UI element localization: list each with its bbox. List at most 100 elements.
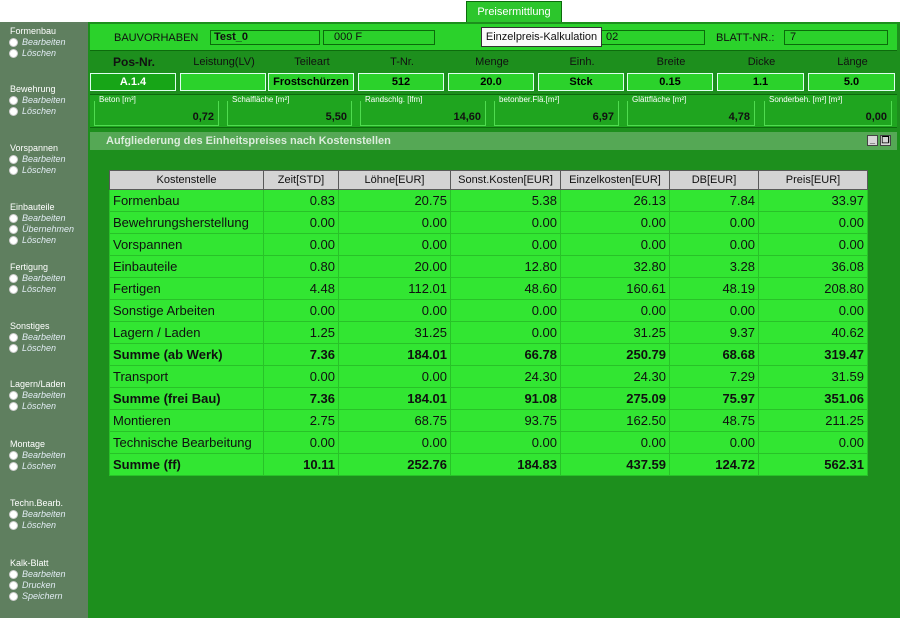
sidebar-option[interactable]: Bearbeiten bbox=[0, 332, 88, 343]
sidebar-option[interactable]: Bearbeiten bbox=[0, 154, 88, 165]
sidebar-option[interactable]: Löschen bbox=[0, 165, 88, 176]
table-row[interactable]: Technische Bearbeitung 0.00 0.00 0.00 0.00 0.… bbox=[109, 431, 868, 454]
sidebar-option[interactable]: Löschen bbox=[0, 106, 88, 117]
column-header[interactable]: Zeit[STD] bbox=[263, 170, 339, 190]
radio-button-icon[interactable] bbox=[9, 462, 18, 471]
position-value-field[interactable]: A.1.4 bbox=[90, 73, 176, 91]
column-header[interactable]: Einzelkosten[EUR] bbox=[560, 170, 670, 190]
radio-button-icon[interactable] bbox=[9, 333, 18, 342]
position-value-field[interactable]: Stck bbox=[538, 73, 624, 91]
value-cell: 26.13 bbox=[560, 189, 670, 212]
tab-preisermittlung[interactable]: Preisermittlung bbox=[466, 1, 562, 23]
sidebar-option[interactable]: Löschen bbox=[0, 235, 88, 246]
radio-button-icon[interactable] bbox=[9, 107, 18, 116]
position-value-field[interactable]: 5.0 bbox=[808, 73, 895, 91]
sidebar-option[interactable]: Löschen bbox=[0, 461, 88, 472]
sidebar-option-label: Bearbeiten bbox=[22, 332, 66, 342]
measure-label: Beton [m³] bbox=[98, 95, 137, 104]
radio-button-icon[interactable] bbox=[9, 451, 18, 460]
radio-button-icon[interactable] bbox=[9, 274, 18, 283]
table-row[interactable]: Summe (ff) 10.11 252.76 184.83 437.59 124.72 5… bbox=[109, 453, 868, 476]
table-row[interactable]: Lagern / Laden 1.25 31.25 0.00 31.25 9.37 40.6… bbox=[109, 321, 868, 344]
table-row[interactable]: Vorspannen 0.00 0.00 0.00 0.00 0.00 0.00 bbox=[109, 233, 868, 256]
sidebar-option[interactable]: Bearbeiten bbox=[0, 569, 88, 580]
value-cell: 0.00 bbox=[560, 299, 670, 322]
position-value-field[interactable]: 1.1 bbox=[717, 73, 804, 91]
sidebar-option[interactable]: Bearbeiten bbox=[0, 390, 88, 401]
position-header: Breite bbox=[656, 56, 686, 68]
sidebar-option[interactable]: Bearbeiten bbox=[0, 95, 88, 106]
table-row[interactable]: Summe (frei Bau) 7.36 184.01 91.08 275.09 75.… bbox=[109, 387, 868, 410]
position-value-field[interactable]: 512 bbox=[358, 73, 444, 91]
sidebar-group-title: Formenbau bbox=[10, 26, 57, 36]
table-row[interactable]: Sonstige Arbeiten 0.00 0.00 0.00 0.00 0.00 0.0… bbox=[109, 299, 868, 322]
radio-button-icon[interactable] bbox=[9, 38, 18, 47]
table-row[interactable]: Fertigen 4.48 112.01 48.60 160.61 48.19 208.80 bbox=[109, 277, 868, 300]
column-header[interactable]: Löhne[EUR] bbox=[338, 170, 451, 190]
value-cell: 112.01 bbox=[338, 277, 451, 300]
table-row[interactable]: Bewehrungsherstellung 0.00 0.00 0.00 0.00 0.0… bbox=[109, 211, 868, 234]
value-cell: 48.60 bbox=[450, 277, 561, 300]
position-value-field[interactable]: Frostschürzen bbox=[268, 73, 354, 91]
sidebar-option[interactable]: Bearbeiten bbox=[0, 450, 88, 461]
cost-table-container: Kostenstelle Zeit[STD] Löhne[EUR] Sonst.Kos… bbox=[109, 170, 868, 476]
column-header[interactable]: Kostenstelle bbox=[109, 170, 264, 190]
sidebar-option[interactable]: Bearbeiten bbox=[0, 273, 88, 284]
sidebar-option[interactable]: Bearbeiten bbox=[0, 509, 88, 520]
sidebar-option-label: Übernehmen bbox=[22, 224, 75, 234]
table-row[interactable]: Transport 0.00 0.00 24.30 24.30 7.29 31.59 bbox=[109, 365, 868, 388]
sidebar-option[interactable]: Bearbeiten bbox=[0, 37, 88, 48]
table-body: Formenbau 0.83 20.75 5.38 26.13 7.84 33.97 Bewe… bbox=[109, 189, 868, 476]
column-header[interactable]: Preis[EUR] bbox=[758, 170, 868, 190]
radio-button-icon[interactable] bbox=[9, 581, 18, 590]
measure-label: Glättfläche [m²] bbox=[631, 95, 688, 104]
radio-button-icon[interactable] bbox=[9, 214, 18, 223]
sidebar-option[interactable]: Löschen bbox=[0, 401, 88, 412]
column-header[interactable]: DB[EUR] bbox=[669, 170, 759, 190]
radio-button-icon[interactable] bbox=[9, 155, 18, 164]
sidebar-option[interactable]: Bearbeiten bbox=[0, 213, 88, 224]
radio-button-icon[interactable] bbox=[9, 510, 18, 519]
radio-button-icon[interactable] bbox=[9, 285, 18, 294]
sidebar-option[interactable]: Löschen bbox=[0, 343, 88, 354]
minimize-icon[interactable]: _ bbox=[867, 135, 878, 146]
radio-button-icon[interactable] bbox=[9, 166, 18, 175]
bauvorhaben-field[interactable]: Test_0 bbox=[210, 30, 320, 45]
sidebar-option[interactable]: Übernehmen bbox=[0, 224, 88, 235]
measure-value: 4,78 bbox=[728, 111, 750, 123]
sidebar-option[interactable]: Drucken bbox=[0, 580, 88, 591]
table-row[interactable]: Montieren 2.75 68.75 93.75 162.50 48.75 211.25 bbox=[109, 409, 868, 432]
sidebar-option[interactable]: Löschen bbox=[0, 48, 88, 59]
radio-button-icon[interactable] bbox=[9, 225, 18, 234]
radio-button-icon[interactable] bbox=[9, 236, 18, 245]
blatt-nr-field[interactable]: 7 bbox=[784, 30, 888, 45]
measure-field: Beton [m³] 0,72 bbox=[94, 95, 219, 126]
table-row[interactable]: Einbauteile 0.80 20.00 12.80 32.80 3.28 36.08 bbox=[109, 255, 868, 278]
sidebar-option[interactable]: Löschen bbox=[0, 520, 88, 531]
position-value-field[interactable] bbox=[180, 73, 266, 91]
radio-button-icon[interactable] bbox=[9, 592, 18, 601]
value-cell: 40.62 bbox=[758, 321, 868, 344]
sidebar-group: Montage Bearbeiten Löschen bbox=[0, 438, 88, 472]
radio-button-icon[interactable] bbox=[9, 391, 18, 400]
value-cell: 31.25 bbox=[560, 321, 670, 344]
restore-icon[interactable]: ❐ bbox=[880, 135, 891, 146]
header-value-field[interactable]: 02 bbox=[595, 30, 705, 45]
blatt-nr-label: BLATT-NR.: bbox=[716, 32, 775, 44]
table-row[interactable]: Summe (ab Werk) 7.36 184.01 66.78 250.79 68.6… bbox=[109, 343, 868, 366]
radio-button-icon[interactable] bbox=[9, 521, 18, 530]
value-cell: 0.00 bbox=[758, 299, 868, 322]
radio-button-icon[interactable] bbox=[9, 96, 18, 105]
column-header[interactable]: Sonst.Kosten[EUR] bbox=[450, 170, 561, 190]
sidebar-option[interactable]: Speichern bbox=[0, 591, 88, 602]
position-value-field[interactable]: 0.15 bbox=[627, 73, 713, 91]
radio-button-icon[interactable] bbox=[9, 49, 18, 58]
radio-button-icon[interactable] bbox=[9, 570, 18, 579]
radio-button-icon[interactable] bbox=[9, 344, 18, 353]
sidebar-option[interactable]: Löschen bbox=[0, 284, 88, 295]
project-code-field[interactable]: 000 F bbox=[323, 30, 435, 45]
radio-button-icon[interactable] bbox=[9, 402, 18, 411]
table-row[interactable]: Formenbau 0.83 20.75 5.38 26.13 7.84 33.97 bbox=[109, 189, 868, 212]
position-value-field[interactable]: 20.0 bbox=[448, 73, 534, 91]
measure-value: 6,97 bbox=[592, 111, 614, 123]
